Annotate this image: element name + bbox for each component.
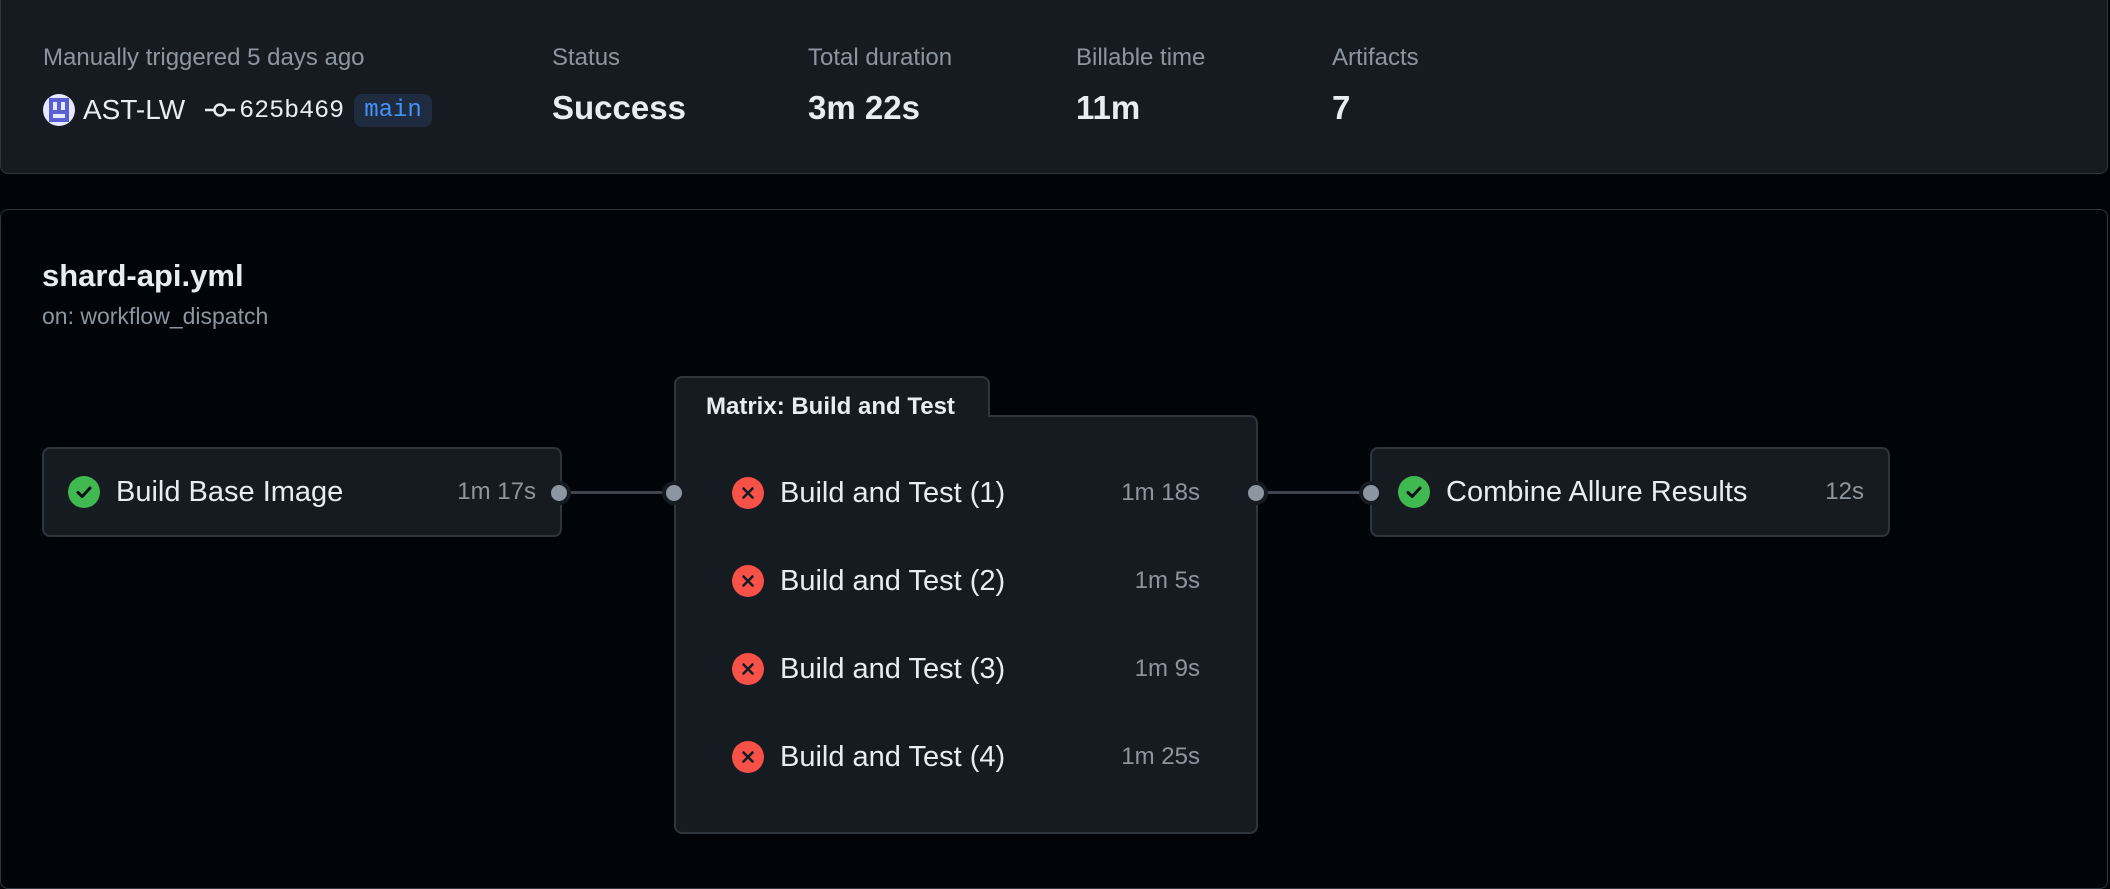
job-duration: 1m 5s — [1134, 567, 1200, 594]
connector-port — [1359, 481, 1383, 505]
x-circle-icon — [732, 477, 764, 509]
status-label: Status — [552, 44, 621, 71]
actor-link[interactable]: AST-LW — [83, 94, 185, 126]
connector-port — [662, 481, 686, 505]
billable-value[interactable]: 11m — [1076, 88, 1205, 128]
artifacts-column: Artifacts 7 — [1332, 42, 1419, 128]
trigger-text: Manually triggered 5 days ago — [43, 44, 365, 71]
job-duration: 1m 17s — [457, 478, 536, 505]
workflow-trigger: on: workflow_dispatch — [42, 303, 269, 329]
job-build-and-test-4[interactable]: Build and Test (4) 1m 25s — [732, 735, 1200, 779]
check-circle-icon — [68, 476, 100, 508]
git-commit-icon — [205, 103, 236, 117]
artifacts-value[interactable]: 7 — [1332, 88, 1419, 128]
job-duration: 1m 18s — [1121, 479, 1200, 506]
commit-sha-link[interactable]: 625b469 — [239, 96, 344, 125]
status-value: Success — [552, 89, 686, 126]
job-build-and-test-3[interactable]: Build and Test (3) 1m 9s — [732, 647, 1200, 691]
connector-port — [547, 481, 571, 505]
x-circle-icon — [732, 741, 764, 773]
job-name: Build Base Image — [116, 475, 344, 508]
job-build-and-test-1[interactable]: Build and Test (1) 1m 18s — [732, 471, 1200, 515]
artifacts-label: Artifacts — [1332, 44, 1419, 71]
duration-value: 3m 22s — [808, 89, 920, 126]
job-name: Build and Test (3) — [780, 652, 1006, 685]
job-duration: 1m 25s — [1121, 743, 1200, 770]
workflow-file-title[interactable]: shard-api.yml — [42, 258, 244, 294]
connector-port — [1244, 481, 1268, 505]
actor-avatar[interactable] — [43, 94, 75, 126]
status-column: Status Success — [552, 42, 686, 128]
billable-column: Billable time 11m — [1076, 42, 1205, 128]
branch-badge[interactable]: main — [354, 93, 432, 127]
job-name: Combine Allure Results — [1446, 475, 1748, 508]
job-combine-allure-results[interactable]: Combine Allure Results 12s — [1370, 447, 1890, 537]
job-name: Build and Test (2) — [780, 564, 1006, 597]
connector-line — [560, 491, 676, 494]
trigger-details: AST-LW 625b469 main — [43, 92, 432, 128]
job-name: Build and Test (4) — [780, 740, 1006, 773]
billable-label: Billable time — [1076, 44, 1206, 71]
run-summary: Manually triggered 5 days ago AST-LW 625… — [0, 0, 2108, 174]
job-name: Build and Test (1) — [780, 476, 1006, 509]
trigger-column: Manually triggered 5 days ago — [43, 42, 365, 74]
x-circle-icon — [732, 653, 764, 685]
x-circle-icon — [732, 565, 764, 597]
check-circle-icon — [1398, 476, 1430, 508]
job-duration: 1m 9s — [1134, 655, 1200, 682]
connector-line — [1256, 491, 1372, 494]
matrix-title[interactable]: Matrix: Build and Test — [706, 393, 955, 421]
job-build-and-test-2[interactable]: Build and Test (2) 1m 5s — [732, 559, 1200, 603]
duration-column: Total duration 3m 22s — [808, 42, 952, 128]
job-build-base-image[interactable]: Build Base Image 1m 17s — [42, 447, 562, 537]
duration-label: Total duration — [808, 44, 953, 71]
job-duration: 12s — [1825, 478, 1864, 505]
